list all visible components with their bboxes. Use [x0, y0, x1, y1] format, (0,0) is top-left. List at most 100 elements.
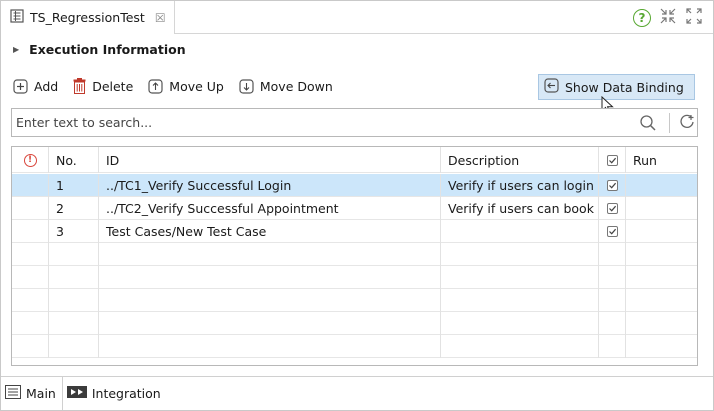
refresh-search-icon[interactable]: [678, 113, 696, 134]
empty-table-row: [12, 312, 697, 335]
description-cell: [441, 243, 599, 266]
description-cell: [441, 312, 599, 335]
empty-table-row: [12, 335, 697, 358]
row-number-cell: [49, 289, 99, 312]
search-bar: [11, 108, 698, 137]
move-down-label: Move Down: [259, 78, 333, 94]
search-divider: [669, 113, 670, 133]
tab-main-label: Main: [26, 386, 56, 401]
search-input[interactable]: [12, 109, 602, 136]
description-cell[interactable]: [441, 220, 599, 243]
row-number-cell: [49, 335, 99, 358]
help-icon[interactable]: ?: [633, 9, 651, 27]
run-cell: [626, 289, 697, 312]
row-number-cell[interactable]: 1: [49, 174, 99, 197]
run-checkbox-cell: [599, 335, 626, 358]
run-cell: [626, 312, 697, 335]
execution-information-section[interactable]: ▶ Execution Information: [13, 42, 186, 57]
run-checkbox[interactable]: [606, 180, 618, 191]
test-case-id-cell[interactable]: ../TC2_Verify Successful Appointment: [99, 197, 441, 220]
section-title: Execution Information: [29, 42, 186, 57]
test-suite-editor: TS_RegressionTest ☒ ? ▶ Execution Inform…: [0, 0, 714, 411]
trash-icon: [73, 78, 86, 94]
maximize-icon[interactable]: [685, 7, 703, 29]
show-data-binding-label: Show Data Binding: [565, 79, 684, 95]
column-header-no[interactable]: No.: [49, 147, 99, 173]
delete-button[interactable]: Delete: [73, 78, 133, 94]
description-cell[interactable]: Verify if users can login: [441, 174, 599, 197]
row-number-cell[interactable]: 2: [49, 197, 99, 220]
integration-icon: [66, 385, 87, 402]
test-case-id-cell: [99, 312, 441, 335]
test-case-id-cell: [99, 243, 441, 266]
tab-integration[interactable]: Integration: [63, 377, 167, 410]
arrow-left-icon: [544, 78, 559, 96]
warning-cell[interactable]: [12, 174, 49, 197]
test-case-id-cell[interactable]: Test Cases/New Test Case: [99, 220, 441, 243]
warning-cell: [12, 243, 49, 266]
editor-tab-title: TS_RegressionTest: [30, 10, 145, 25]
run-checkbox-cell: [599, 243, 626, 266]
run-checkbox-cell: [599, 312, 626, 335]
toolbar: Add Delete Move Up Move Down: [13, 78, 348, 94]
warning-cell: [12, 335, 49, 358]
warning-cell[interactable]: [12, 220, 49, 243]
empty-table-row: [12, 243, 697, 266]
run-checkbox[interactable]: [606, 203, 618, 214]
run-cell: [626, 266, 697, 289]
test-case-id-cell: [99, 335, 441, 358]
column-header-run[interactable]: Run: [626, 147, 697, 173]
editor-tab-bar: TS_RegressionTest ☒ ?: [1, 1, 713, 34]
run-all-checkbox-cell[interactable]: [599, 147, 626, 173]
close-tab-icon[interactable]: ☒: [155, 11, 166, 25]
add-icon: [13, 78, 28, 94]
test-case-table: ! No. ID Description Run 1 ../TC1_Verify …: [11, 146, 698, 366]
row-number-cell[interactable]: 3: [49, 220, 99, 243]
warning-cell: [12, 266, 49, 289]
column-header-description[interactable]: Description: [441, 147, 599, 173]
table-row[interactable]: 3 Test Cases/New Test Case: [12, 220, 697, 243]
run-cell: [626, 335, 697, 358]
minimize-icon[interactable]: [659, 7, 677, 29]
test-case-id-cell[interactable]: ../TC1_Verify Successful Login: [99, 174, 441, 197]
description-cell[interactable]: Verify if users can book: [441, 197, 599, 220]
search-icon[interactable]: [639, 114, 657, 135]
warning-cell[interactable]: [12, 197, 49, 220]
show-data-binding-button[interactable]: Show Data Binding: [538, 74, 695, 100]
run-cell[interactable]: [626, 197, 697, 220]
warning-column-header[interactable]: !: [12, 147, 49, 173]
table-row[interactable]: 2 ../TC2_Verify Successful Appointment Ver…: [12, 197, 697, 220]
run-checkbox-cell[interactable]: [599, 197, 626, 220]
warning-cell: [12, 312, 49, 335]
tab-actions: ?: [633, 7, 703, 29]
description-cell: [441, 266, 599, 289]
row-number-cell: [49, 266, 99, 289]
column-header-id[interactable]: ID: [99, 147, 441, 173]
expand-triangle-icon[interactable]: ▶: [13, 45, 19, 54]
bottom-tab-bar: Main Integration: [1, 376, 713, 410]
move-up-label: Move Up: [169, 78, 224, 94]
run-cell[interactable]: [626, 220, 697, 243]
run-checkbox-cell[interactable]: [599, 174, 626, 197]
description-cell: [441, 289, 599, 312]
empty-table-row: [12, 289, 697, 312]
description-cell: [441, 335, 599, 358]
run-all-checkbox[interactable]: [606, 154, 618, 166]
run-cell: [626, 243, 697, 266]
run-cell[interactable]: [626, 174, 697, 197]
test-suite-icon: [10, 9, 24, 26]
empty-table-row: [12, 266, 697, 289]
move-down-button[interactable]: Move Down: [239, 79, 333, 94]
tab-main[interactable]: Main: [1, 377, 63, 410]
move-up-button[interactable]: Move Up: [148, 79, 224, 94]
test-case-id-cell: [99, 266, 441, 289]
editor-tab[interactable]: TS_RegressionTest ☒: [1, 1, 175, 34]
add-label: Add: [34, 78, 59, 94]
run-checkbox-cell: [599, 289, 626, 312]
table-row[interactable]: 1 ../TC1_Verify Successful Login Verify if…: [12, 174, 697, 197]
run-checkbox[interactable]: [606, 226, 618, 237]
add-button[interactable]: Add: [13, 79, 58, 94]
run-checkbox-cell[interactable]: [599, 220, 626, 243]
table-header: ! No. ID Description Run: [12, 147, 697, 173]
list-icon: [5, 385, 21, 402]
